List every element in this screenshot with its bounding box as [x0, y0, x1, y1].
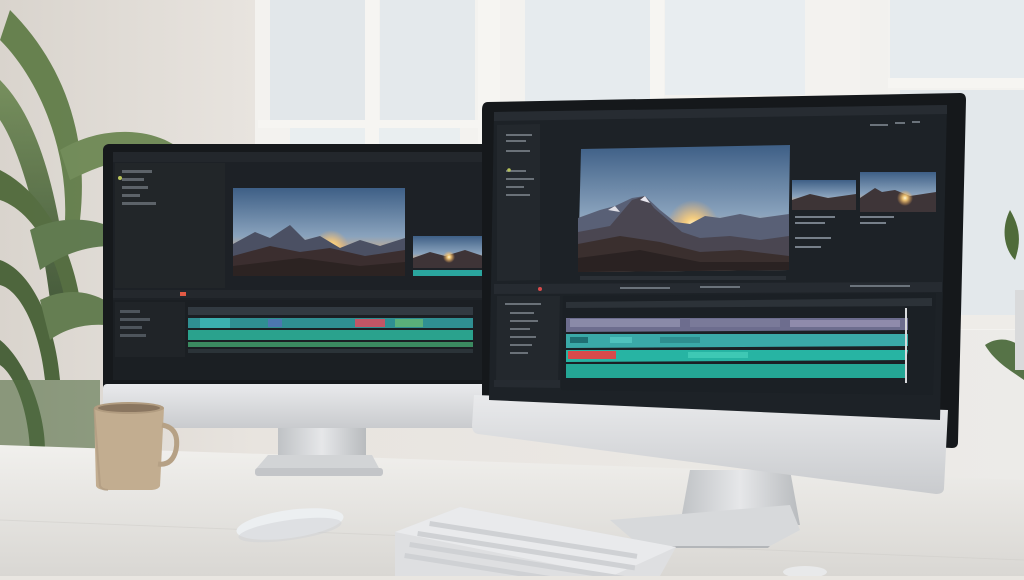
left-video-track	[188, 318, 473, 328]
left-audio-track	[188, 330, 473, 340]
photo-scene	[0, 0, 1024, 580]
